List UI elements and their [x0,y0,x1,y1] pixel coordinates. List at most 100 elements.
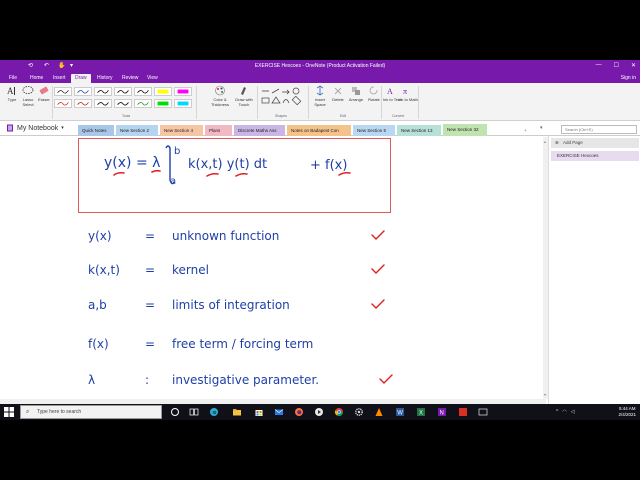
notebook-selector[interactable]: My Notebook ▾ [6,124,64,132]
page-item[interactable]: EXERCISE Hexcoes [551,151,639,161]
pen-red[interactable] [54,99,72,108]
insert-space-icon [316,85,324,96]
title-bar: ⟲ ↶ ✋ ▾ EXERCISE Hexcoes - OneNote (Prod… [0,60,640,72]
arrange-button[interactable]: Arrange [346,85,366,113]
tab-insert[interactable]: Insert [49,74,70,83]
group-label-shapes: Shapes [275,114,287,118]
chevron-down-icon[interactable]: ▾ [540,125,543,131]
minimize-button[interactable]: — [596,62,602,69]
pen-black-2[interactable] [114,87,132,96]
pen-black-3[interactable] [134,87,152,96]
close-button[interactable]: ✕ [631,62,636,69]
svg-text:π: π [403,87,407,96]
draw-with-touch-button[interactable]: Draw with Touch [232,85,256,113]
palette-icon [215,85,225,96]
section-tab[interactable]: New Section 2 [116,125,158,136]
volume-icon[interactable]: ◁ [571,409,575,415]
plus-icon: ⊕ [555,140,559,145]
store-icon[interactable] [254,407,264,417]
delete-button[interactable]: Delete [328,85,348,113]
pen-green[interactable] [134,99,152,108]
ink-to-math-button[interactable]: π Ink to Math [398,85,418,113]
pen-red-2[interactable] [74,99,92,108]
color-thickness-button[interactable]: Color & Thickness [208,85,232,113]
taskbar: ⌕ Type here to search W X N ^ ◠ ◁ 5:44 A… [0,404,640,420]
section-tab[interactable]: New Section 5 [353,125,395,136]
rotate-icon [369,86,378,95]
svg-text:A: A [7,86,14,96]
chevron-down-icon: ▾ [61,125,64,131]
firefox-icon[interactable] [294,407,304,417]
notebook-icon [7,124,13,132]
search-input[interactable]: Search (Ctrl+E) [561,125,637,134]
sign-in-link[interactable]: Sign in [621,75,636,81]
pen-black-thin[interactable] [54,87,72,96]
chrome-icon[interactable] [334,407,344,417]
taskbar-clock[interactable]: 5:44 AM 2/4/2021 [618,406,636,417]
pen-dark-2[interactable] [114,99,132,108]
svg-text:X: X [419,411,423,417]
tab-view[interactable]: View [143,74,162,83]
word-icon[interactable]: W [395,407,405,417]
ink-to-text-icon: A [387,87,393,96]
edge-icon[interactable] [209,407,219,417]
vlc-icon[interactable] [374,407,384,417]
file-explorer-icon[interactable] [232,407,242,417]
svg-text:A: A [387,87,393,96]
scroll-down-icon[interactable]: ▾ [544,392,546,397]
section-tab[interactable]: New Section 32 [443,124,487,136]
network-icon[interactable]: ◠ [562,409,566,415]
chevron-up-icon[interactable]: ^ [556,409,558,415]
tab-review[interactable]: Review [118,74,142,83]
insert-space-button[interactable]: Insert Space [310,85,330,113]
section-tab[interactable]: New Section 4 [160,125,203,136]
tab-home[interactable]: Home [26,74,47,83]
eraser-icon [39,86,49,95]
window-title: EXERCISE Hexcoes - OneNote (Product Acti… [254,63,386,69]
menu-bar: File Home Insert Draw History Review Vie… [0,72,640,83]
ink-to-math-icon: π [403,87,407,96]
taskbar-search-input[interactable]: ⌕ Type here to search [20,405,162,419]
snip-icon[interactable] [478,407,488,417]
pdf-icon[interactable] [458,407,468,417]
type-icon: A [7,86,15,96]
pen-dark[interactable] [94,99,112,108]
settings-icon[interactable] [354,407,364,417]
eraser-button[interactable]: Eraser [34,85,54,113]
onenote-icon[interactable]: N [437,407,447,417]
highlighter-green[interactable] [154,99,172,108]
media-player-icon[interactable] [314,407,324,417]
tab-draw[interactable]: Draw [71,74,91,83]
ribbon: A Type Lasso Select Eraser Tools Color &… [0,83,640,121]
shapes-gallery[interactable] [260,87,306,111]
section-tab[interactable]: Notes on Badapest Con [287,125,351,136]
excel-icon[interactable]: X [416,407,426,417]
section-tab[interactable]: Quick Notes [78,125,114,136]
mail-icon[interactable] [274,407,284,417]
svg-text:W: W [397,411,403,417]
task-view-icon[interactable] [189,407,199,417]
tab-history[interactable]: History [93,74,117,83]
section-tab[interactable]: Plans [205,125,232,136]
maximize-button[interactable]: ☐ [614,62,619,69]
pen-blue[interactable] [74,87,92,96]
add-section-button[interactable]: + [520,125,531,136]
page-list-pane: ⊕ Add Page EXERCISE Hexcoes [548,136,640,404]
highlighter-cyan[interactable] [174,99,192,108]
scroll-up-icon[interactable]: ▴ [544,139,546,144]
formula-box [78,138,391,213]
window-controls: — ☐ ✕ [596,62,636,69]
highlighter-yellow[interactable] [154,87,172,96]
pen-black[interactable] [94,87,112,96]
section-tab[interactable]: Discrete Maths Ass [234,125,285,136]
highlighter-magenta[interactable] [174,87,192,96]
add-page-button[interactable]: ⊕ Add Page [551,138,639,148]
section-tab[interactable]: New Section 13 [397,125,441,136]
notebook-bar: My Notebook ▾ + ▾ Search (Ctrl+E) Quick … [0,122,640,136]
system-tray: ^ ◠ ◁ [556,409,575,415]
svg-text:N: N [440,411,444,417]
tab-file[interactable]: File [5,74,21,83]
windows-start-icon[interactable] [4,407,14,417]
cortana-icon[interactable] [170,407,180,417]
lasso-icon [22,86,34,94]
